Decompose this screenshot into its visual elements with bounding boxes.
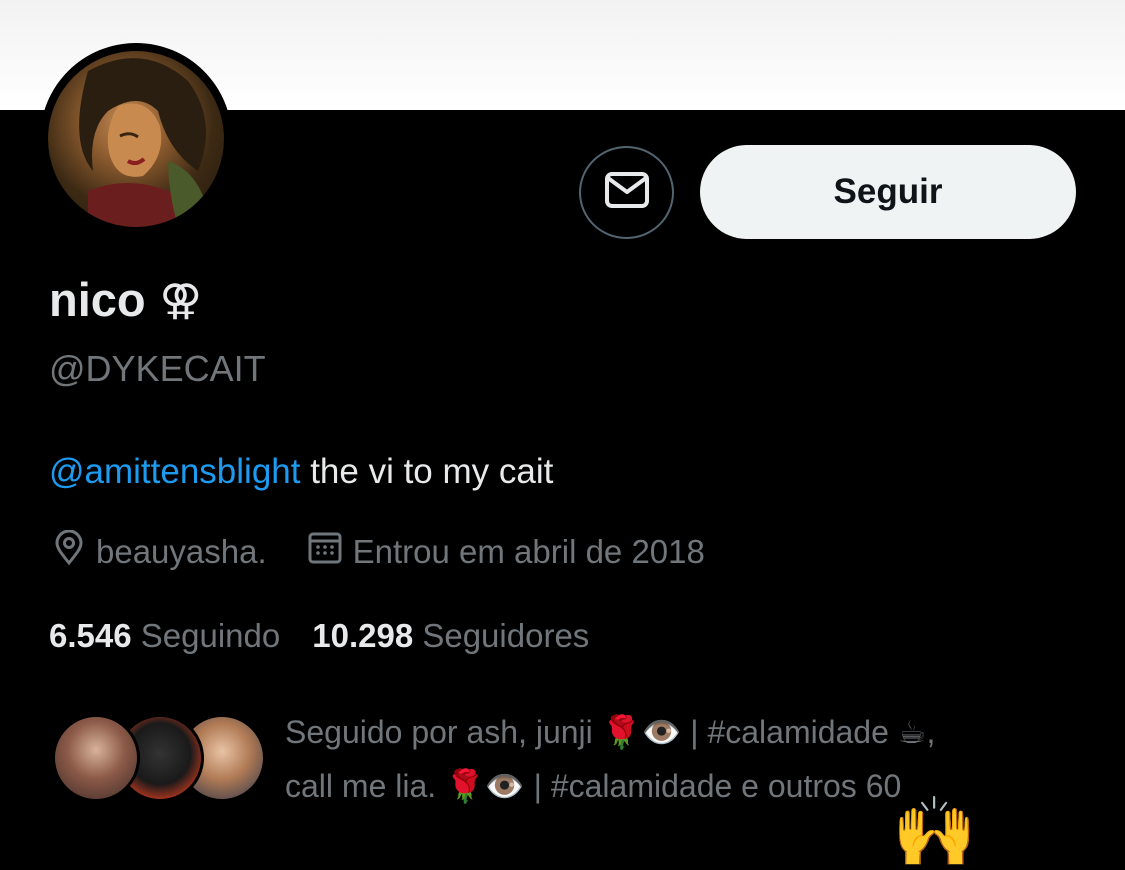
followers-count: 10.298 — [312, 617, 414, 654]
avatar[interactable] — [40, 43, 232, 235]
raising-hands-emoji: 🙌 — [892, 794, 977, 870]
follow-button[interactable]: Seguir — [700, 145, 1076, 239]
joined-item: Entrou em abril de 2018 — [307, 530, 705, 574]
avatar-image — [48, 51, 224, 227]
location-item: beauyasha. — [52, 529, 267, 574]
envelope-icon — [604, 171, 650, 214]
bio-text: the vi to my cait — [300, 452, 554, 491]
name-symbol: ⚢ — [159, 276, 202, 323]
location-text: beauyasha. — [96, 533, 267, 570]
followers-label: Seguidores — [422, 617, 590, 654]
followed-by-line: Seguido por ash, junji 🌹👁️ | #calamidade… — [285, 714, 936, 750]
display-name-text: nico — [49, 273, 146, 326]
following-count: 6.546 — [49, 617, 132, 654]
bio: @amittensblight the vi to my cait — [49, 452, 553, 492]
following-link[interactable]: 6.546 Seguindo — [49, 617, 280, 655]
following-label: Seguindo — [140, 617, 281, 654]
followers-link[interactable]: 10.298 Seguidores — [312, 617, 589, 655]
location-pin-icon — [52, 529, 86, 574]
follow-stats: 6.546 Seguindo 10.298 Seguidores — [49, 617, 589, 655]
calendar-icon — [307, 530, 343, 574]
followers-you-know-avatars[interactable] — [52, 714, 266, 804]
joined-text: Entrou em abril de 2018 — [352, 533, 705, 570]
user-handle: @DYKECAIT — [49, 348, 266, 389]
follower-avatar — [52, 714, 140, 802]
profile-meta: beauyasha. Entrou em abril de 2018 — [52, 529, 745, 574]
bio-mention-link[interactable]: @amittensblight — [49, 452, 300, 491]
message-button[interactable] — [579, 146, 674, 239]
display-name: nico ⚢ — [49, 272, 202, 327]
